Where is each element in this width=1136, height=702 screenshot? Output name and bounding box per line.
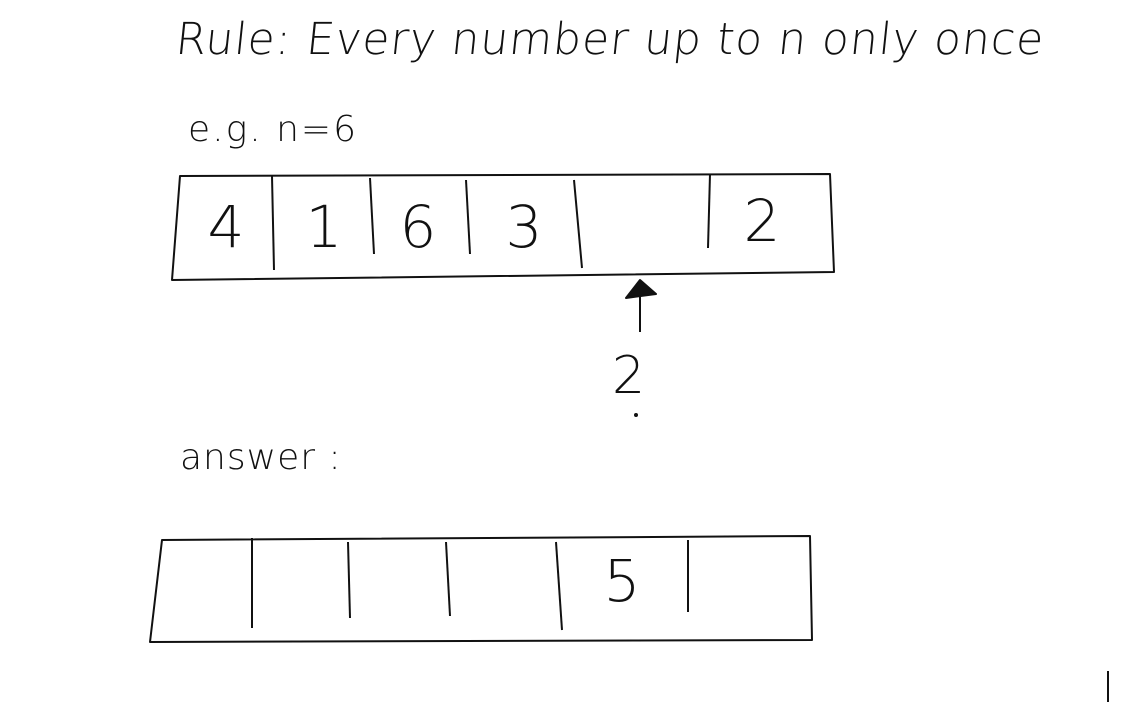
answer-divider-4 bbox=[555, 541, 563, 631]
example-cell-4: 3 bbox=[505, 193, 543, 261]
example-divider-3 bbox=[465, 179, 471, 255]
answer-label: answer : bbox=[180, 437, 342, 478]
example-divider-1 bbox=[271, 175, 275, 271]
example-cell-1: 4 bbox=[207, 193, 245, 261]
answer-row-box bbox=[149, 535, 813, 643]
sketch-lines bbox=[149, 173, 835, 643]
pointer-dot bbox=[634, 413, 638, 417]
whiteboard-canvas[interactable]: Rule: Every number up to n only once e.g… bbox=[0, 0, 1136, 702]
example-divider-5 bbox=[707, 173, 711, 249]
text-cursor bbox=[1107, 671, 1109, 702]
example-cell-2: 1 bbox=[305, 193, 343, 261]
example-divider-4 bbox=[573, 179, 583, 269]
example-cell-3: 6 bbox=[399, 193, 437, 261]
pointer-arrow-head bbox=[625, 279, 657, 299]
answer-divider-3 bbox=[445, 541, 451, 617]
answer-divider-2 bbox=[347, 541, 351, 619]
example-divider-2 bbox=[369, 177, 375, 255]
answer-cell-5: 5 bbox=[603, 547, 641, 615]
pointer-label: 2 bbox=[612, 346, 646, 406]
example-cell-6: 2 bbox=[743, 187, 781, 255]
